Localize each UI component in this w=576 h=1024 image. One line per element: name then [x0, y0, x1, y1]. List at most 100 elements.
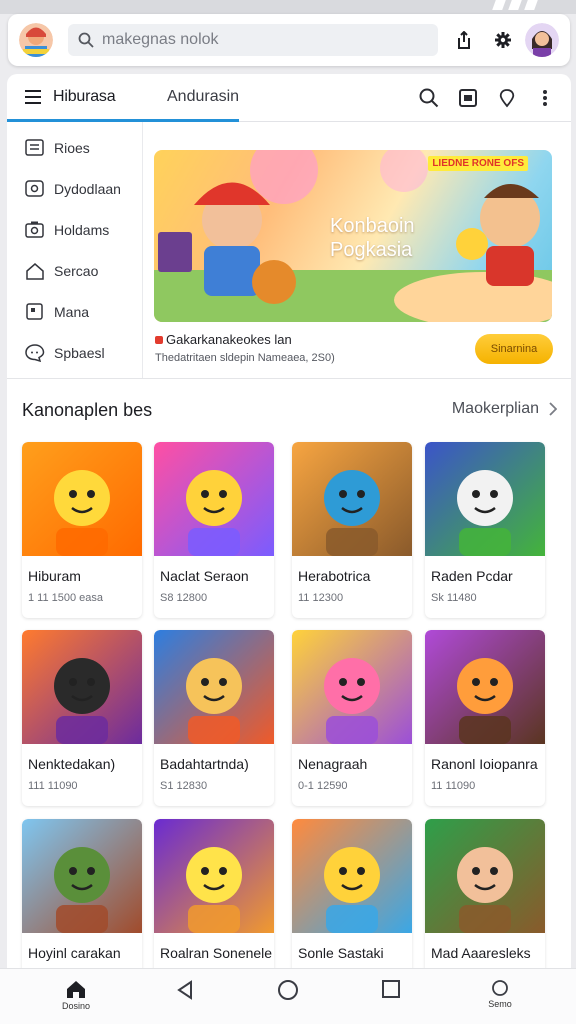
- signal-icon: [492, 0, 506, 10]
- game-meta: S8 12800: [160, 592, 208, 604]
- banner-caption: Gakarkanakeokes lan: [155, 332, 292, 347]
- profile-avatar[interactable]: [525, 23, 559, 57]
- sidebar: Rioes Dydodlaan Holdams Sercao Mana Spba…: [7, 122, 143, 378]
- list-icon: [25, 139, 44, 156]
- share-button[interactable]: [450, 26, 478, 54]
- nav-semo-label: Semo: [488, 999, 512, 1009]
- search-bar[interactable]: [68, 24, 438, 56]
- wifi-icon: [508, 0, 522, 10]
- menu-icon[interactable]: [25, 90, 41, 104]
- game-thumbnail: [425, 442, 545, 556]
- game-card[interactable]: Naclat Seraon S8 12800: [154, 442, 274, 618]
- gallery-button[interactable]: [454, 84, 482, 112]
- game-card[interactable]: Nenktedakan) 111 11090: [22, 630, 142, 806]
- banner-title: Konbaoin Pogkasia: [330, 215, 415, 261]
- home-icon: [67, 981, 85, 998]
- sidebar-item-sercao[interactable]: Sercao: [25, 259, 98, 283]
- nav-home-label: Dosino: [61, 1001, 90, 1011]
- game-card[interactable]: Nenagraah 0-1 12590: [292, 630, 412, 806]
- game-card[interactable]: Mad Aaaresleks: [425, 819, 545, 984]
- main-panel: Hiburasa Andurasin Rioes Dydodlaan Holda…: [7, 74, 571, 984]
- game-thumbnail: [22, 630, 142, 744]
- sidebar-item-label: Dydodlaan: [54, 181, 121, 197]
- banner-badge: LIEDNE RONE OFS: [428, 156, 528, 171]
- app-avatar[interactable]: [19, 23, 53, 57]
- game-thumbnail: [154, 630, 274, 744]
- game-thumbnail: [292, 630, 412, 744]
- bottom-navigation: Dosino Semo: [0, 968, 576, 1024]
- game-title: Nenktedakan): [28, 756, 116, 772]
- nav-back[interactable]: [160, 979, 210, 1019]
- nav-semo[interactable]: Semo: [475, 979, 525, 1019]
- featured-banner[interactable]: LIEDNE RONE OFS Konbaoin Pogkasia: [154, 150, 552, 322]
- gear-icon: [495, 32, 511, 48]
- chevron-right-icon: [549, 402, 557, 416]
- banner-caption-text: Gakarkanakeokes lan: [166, 332, 292, 347]
- game-card[interactable]: Hoyinl carakan: [22, 819, 142, 984]
- game-thumbnail: [22, 819, 142, 933]
- sidebar-item-spbaesl[interactable]: Spbaesl: [25, 341, 105, 365]
- back-triangle-icon: [177, 980, 192, 1000]
- game-title: Hiburam: [28, 568, 81, 584]
- game-thumbnail: [425, 819, 545, 933]
- nav-home[interactable]: Dosino: [51, 979, 101, 1019]
- game-title: Naclat Seraon: [160, 568, 249, 584]
- search-button[interactable]: [415, 84, 443, 112]
- sidebar-item-dydodlaan[interactable]: Dydodlaan: [25, 177, 121, 201]
- home-icon: [26, 263, 44, 280]
- tab-andurasin[interactable]: Andurasin: [167, 88, 239, 106]
- game-card[interactable]: Raden Pcdar Sk 11480: [425, 442, 545, 618]
- sidebar-item-holdams[interactable]: Holdams: [25, 218, 109, 242]
- chat-box-icon: [25, 180, 44, 197]
- location-button[interactable]: [493, 84, 521, 112]
- game-title: Nenagraah: [298, 756, 368, 772]
- recents-square-icon: [382, 980, 400, 998]
- game-title: Ranonl Ioiopanra: [431, 756, 538, 772]
- game-meta: 1 11 1500 easa: [28, 592, 104, 604]
- game-card[interactable]: Ranonl Ioiopanra 11 11090: [425, 630, 545, 806]
- game-meta: S1 12830: [160, 780, 208, 792]
- avatar-right-icon: [525, 23, 559, 57]
- search-icon: [78, 32, 94, 48]
- search-input[interactable]: [102, 29, 422, 51]
- game-title: Herabotrica: [298, 568, 371, 584]
- tab-hiburasa[interactable]: Hiburasa: [53, 88, 116, 106]
- game-card[interactable]: Sonle Sastaki: [292, 819, 412, 984]
- game-thumbnail: [292, 819, 412, 933]
- section-title: Kanonaplen bes: [22, 400, 153, 420]
- sidebar-item-label: Holdams: [54, 222, 110, 238]
- game-title: Badahtartnda): [160, 756, 249, 772]
- image-icon: [459, 89, 477, 107]
- game-meta: 11 11090: [431, 780, 476, 792]
- game-card[interactable]: Roalran Sonenele: [154, 819, 274, 984]
- game-card[interactable]: Hiburam 1 11 1500 easa: [22, 442, 142, 618]
- sidebar-item-label: Sercao: [54, 263, 99, 279]
- game-thumbnail: [22, 442, 142, 556]
- search-icon: [419, 88, 439, 108]
- more-vertical-icon: [543, 90, 547, 106]
- game-card[interactable]: Badahtartnda) S1 12830: [154, 630, 274, 806]
- banner-cta-button[interactable]: Sinarnina: [475, 334, 553, 364]
- status-bar: [0, 0, 576, 14]
- game-card[interactable]: Herabotrica 11 12300: [292, 442, 412, 618]
- nav-recents[interactable]: [366, 979, 416, 1019]
- location-pin-icon: [499, 89, 515, 108]
- sidebar-item-label: Spbaesl: [54, 345, 105, 361]
- sidebar-item-rioes[interactable]: Rioes: [25, 136, 90, 160]
- more-button[interactable]: [531, 84, 559, 112]
- top-bar: [8, 14, 570, 66]
- game-title: Roalran Sonenele: [160, 945, 273, 961]
- game-title: Raden Pcdar: [431, 568, 513, 584]
- avatar-left-icon: [19, 23, 53, 57]
- sidebar-item-label: Mana: [54, 304, 90, 320]
- game-title: Mad Aaaresleks: [431, 945, 531, 961]
- circle-icon: [492, 980, 508, 996]
- game-meta: 11 12300: [298, 592, 344, 604]
- sidebar-item-mana[interactable]: Mana: [25, 300, 89, 324]
- game-thumbnail: [292, 442, 412, 556]
- tab-bar: Hiburasa Andurasin: [7, 74, 571, 122]
- section-more-link[interactable]: Maokerplian: [452, 400, 557, 418]
- settings-button[interactable]: [489, 26, 517, 54]
- status-icons: [492, 0, 538, 10]
- nav-home-circle[interactable]: [263, 979, 313, 1019]
